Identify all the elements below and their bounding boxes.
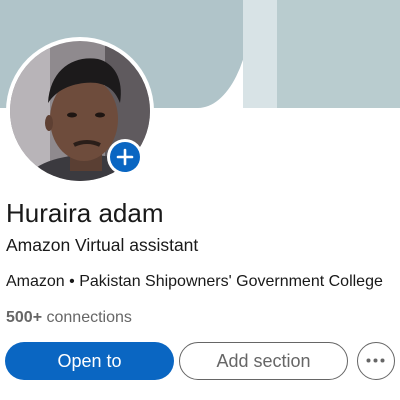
- company-name[interactable]: Amazon: [6, 273, 65, 290]
- more-options-button[interactable]: [357, 342, 395, 380]
- connections-count: 500+: [6, 309, 43, 326]
- open-to-button[interactable]: Open to: [5, 342, 174, 380]
- separator-dot: •: [69, 273, 75, 290]
- plus-icon: [110, 142, 140, 172]
- cover-shape: [243, 0, 277, 108]
- more-horizontal-icon: [366, 358, 385, 363]
- cover-shape: [277, 0, 400, 108]
- connections-label: connections: [46, 309, 132, 326]
- add-section-button[interactable]: Add section: [179, 342, 348, 380]
- connections-link[interactable]: 500+ connections: [6, 309, 132, 327]
- profile-screen: Huraira adam Amazon Virtual assistant Am…: [0, 0, 400, 400]
- add-photo-button[interactable]: [107, 139, 143, 175]
- profile-meta: Amazon • Pakistan Shipowners' Government…: [6, 273, 383, 291]
- profile-name: Huraira adam: [6, 198, 164, 228]
- education-name[interactable]: Pakistan Shipowners' Government College: [79, 273, 383, 290]
- profile-headline: Amazon Virtual assistant: [6, 235, 199, 255]
